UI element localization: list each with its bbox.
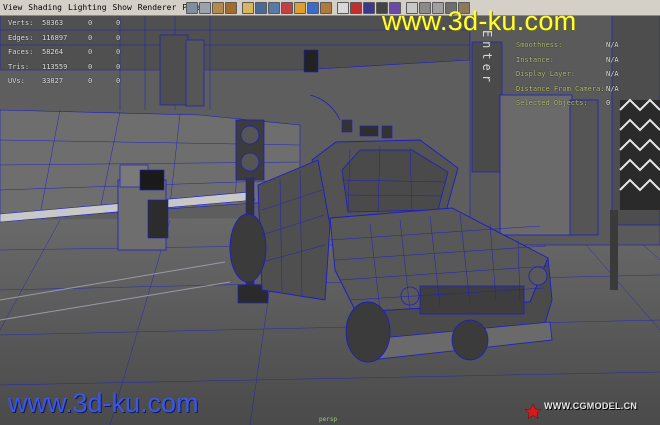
wireframe-icon[interactable] <box>337 1 349 14</box>
hud-label: Selected Objects: <box>516 99 588 107</box>
hud-value: 0 <box>116 48 121 56</box>
hud-value: 33827 <box>42 77 64 85</box>
hud-value: 0 <box>116 62 121 71</box>
hud-label: Instance: <box>516 55 554 64</box>
hud-value: 0 <box>116 77 121 85</box>
hud-label: Tris: <box>8 62 30 71</box>
bookmark-icon[interactable] <box>212 1 224 14</box>
watermark-top: www.3d-ku.com <box>382 6 577 36</box>
hud-row-uvs: UVs: 33827 0 0 <box>8 74 144 89</box>
hud-value: 0 <box>88 62 93 71</box>
menu-show[interactable]: Show <box>110 0 135 15</box>
hud-value: 0 <box>116 33 121 42</box>
toolbar-separator <box>333 2 336 14</box>
hud-row-instance: Instance: N/A <box>516 53 619 68</box>
hud-value: N/A <box>606 55 619 64</box>
hud-label: Display Layer: <box>516 70 576 78</box>
film-gate-icon[interactable] <box>255 1 267 14</box>
camera-name-label: persp <box>319 416 338 423</box>
hud-row-selected: Selected Objects: 0 <box>516 96 619 111</box>
hud-value: 58264 <box>42 48 64 56</box>
hud-label: Smoothness: <box>516 41 563 49</box>
hud-value: 0 <box>88 77 93 85</box>
cgmodel-logo-text: WWW.CGMODEL.CN <box>544 401 638 411</box>
image-plane-icon[interactable] <box>225 1 237 14</box>
hud-value: 113559 <box>42 62 68 71</box>
hud-value: N/A <box>606 84 619 93</box>
hud-label: Faces: <box>8 48 34 56</box>
hud-row-display-layer: Display Layer: N/A <box>516 67 619 82</box>
pillar <box>159 34 189 106</box>
toolbar-separator <box>238 2 241 14</box>
menu-shading[interactable]: Shading <box>25 0 65 15</box>
textured-icon[interactable] <box>363 1 375 14</box>
hud-value: 0 <box>88 48 93 56</box>
gate-machine <box>117 164 169 251</box>
kiosk <box>499 94 573 236</box>
hud-label: Verts: <box>8 19 34 27</box>
hud-row-faces: Faces: 58264 0 0 <box>8 45 144 60</box>
hud-label: Edges: <box>8 33 34 42</box>
smooth-shade-icon[interactable] <box>350 1 362 14</box>
watermark-bottom: www.3d-ku.com <box>8 388 199 418</box>
hud-value: 58363 <box>42 19 64 27</box>
hud-row-edges: Edges: 116897 0 0 <box>8 31 144 46</box>
pillar <box>185 39 205 107</box>
gate-mask-icon[interactable] <box>281 1 293 14</box>
hud-row-verts: Verts: 58363 0 0 <box>8 16 144 31</box>
menu-renderer[interactable]: Renderer <box>135 0 180 15</box>
resolution-gate-icon[interactable] <box>268 1 280 14</box>
hud-value: N/A <box>606 41 619 49</box>
hud-value: 0 <box>116 19 121 27</box>
cgmodel-logo: WWW.CGMODEL.CN <box>528 401 637 411</box>
hud-value: N/A <box>606 70 619 78</box>
lamp-box <box>303 49 319 73</box>
object-details-hud: Smoothness: N/A Instance: N/A Display La… <box>516 38 619 111</box>
safe-title-icon[interactable] <box>320 1 332 14</box>
hud-value: 0 <box>88 19 93 27</box>
grid-icon[interactable] <box>242 1 254 14</box>
hud-value: 0 <box>88 33 93 42</box>
hud-value: 0 <box>606 99 611 107</box>
hud-label: UVs: <box>8 77 25 85</box>
diamond-window <box>619 98 660 210</box>
enter-sign-text: Enter <box>480 30 494 86</box>
hud-row-tris: Tris: 113559 0 0 <box>8 60 144 75</box>
safe-action-icon[interactable] <box>307 1 319 14</box>
hud-row-smoothness: Smoothness: N/A <box>516 38 619 53</box>
menu-lighting[interactable]: Lighting <box>65 0 110 15</box>
menu-view[interactable]: View <box>0 0 25 15</box>
camera-select-icon[interactable] <box>186 1 198 14</box>
hud-row-distance: Distance From Camera: N/A <box>516 82 619 97</box>
field-chart-icon[interactable] <box>294 1 306 14</box>
camera-attributes-icon[interactable] <box>199 1 211 14</box>
poly-count-hud: Verts: 58363 0 0 Edges: 116897 0 0 Faces… <box>8 16 144 89</box>
hud-value: 116897 <box>42 33 68 42</box>
kiosk-side <box>569 99 599 236</box>
hud-label: Distance From Camera: <box>516 84 605 93</box>
3d-viewport[interactable]: Enter View Shading Lighting Show Rendere… <box>0 0 660 425</box>
